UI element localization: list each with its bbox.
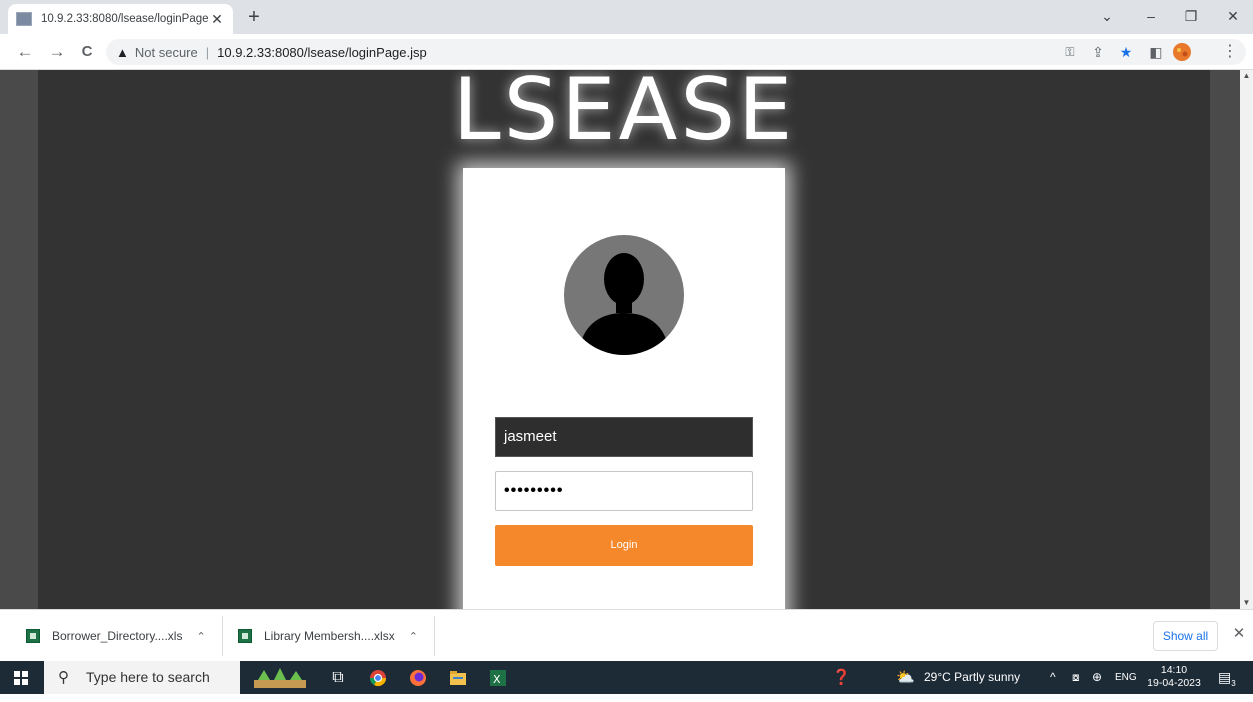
task-view-icon[interactable]: ⧉ — [318, 661, 358, 694]
network-icon[interactable]: ⊕ — [1092, 661, 1102, 694]
security-status[interactable]: Not secure — [135, 45, 198, 60]
taskbar-search-input[interactable]: ⚲ Type here to search — [44, 661, 240, 694]
windows-taskbar: ⚲ Type here to search ⧉ X ❓ ⛅ 29°C Partl… — [0, 661, 1253, 694]
language-indicator[interactable]: ENG — [1115, 661, 1137, 694]
page-viewport: LSEASE jasmeet ••••••••• Login ▲ ▼ — [0, 70, 1253, 609]
firefox-app-icon[interactable] — [398, 661, 438, 694]
excel-file-icon — [26, 629, 40, 643]
url-text[interactable]: 10.9.2.33:8080/lsease/loginPage.jsp — [217, 45, 427, 60]
side-panel-icon[interactable]: ◧ — [1146, 42, 1166, 62]
tray-chevron-icon[interactable]: ^ — [1050, 661, 1056, 694]
scroll-down-icon[interactable]: ▼ — [1240, 597, 1253, 609]
forward-button[interactable]: → — [44, 39, 70, 65]
login-card: jasmeet ••••••••• Login — [463, 168, 785, 609]
tab-close-icon[interactable]: ✕ — [209, 11, 225, 28]
clock[interactable]: 14:10 19-04-2023 — [1143, 664, 1205, 690]
search-placeholder: Type here to search — [86, 669, 210, 685]
download-filename: Borrower_Directory....xls — [52, 629, 183, 643]
notification-count: 3 — [1231, 678, 1236, 688]
file-explorer-icon[interactable] — [438, 661, 478, 694]
warning-icon[interactable]: ▲ — [116, 45, 129, 60]
url-separator: | — [205, 44, 210, 60]
notification-icon[interactable]: ▤3 — [1218, 661, 1236, 694]
tab-search-icon[interactable]: ⌄ — [1087, 4, 1127, 30]
minimize-button[interactable]: – — [1131, 4, 1171, 30]
share-icon[interactable]: ⇪ — [1088, 42, 1108, 62]
windows-logo-icon — [14, 671, 28, 685]
chevron-up-icon[interactable]: ⌃ — [196, 630, 205, 643]
excel-app-icon[interactable]: X — [478, 661, 518, 694]
browser-tab-strip: 10.9.2.33:8080/lsease/loginPage. ✕ + ⌄ –… — [0, 0, 1253, 34]
login-page: LSEASE jasmeet ••••••••• Login — [38, 70, 1210, 609]
password-input[interactable]: ••••••••• — [495, 471, 753, 511]
key-icon[interactable]: ⚿ — [1060, 42, 1080, 62]
close-window-button[interactable]: ✕ — [1213, 4, 1253, 30]
news-widget-icon[interactable] — [248, 661, 312, 694]
back-button[interactable]: ← — [12, 39, 38, 65]
weather-icon[interactable]: ⛅ — [896, 661, 915, 694]
profile-avatar-icon[interactable] — [1172, 42, 1192, 62]
clock-date: 19-04-2023 — [1147, 677, 1201, 689]
start-button[interactable] — [0, 661, 44, 694]
show-all-button[interactable]: Show all — [1153, 621, 1218, 651]
download-divider — [222, 616, 223, 656]
restore-button[interactable]: ❐ — [1171, 4, 1211, 30]
login-button[interactable]: Login — [495, 525, 753, 566]
download-divider — [434, 616, 435, 656]
clock-time: 14:10 — [1160, 664, 1188, 676]
username-input[interactable]: jasmeet — [495, 417, 753, 457]
download-item[interactable]: Library Membersh....xlsx ⌃ — [238, 618, 418, 654]
svg-text:X: X — [493, 673, 501, 686]
search-icon: ⚲ — [58, 669, 69, 686]
download-filename: Library Membersh....xlsx — [264, 629, 395, 643]
weather-text[interactable]: 29°C Partly sunny — [924, 661, 1020, 694]
user-avatar-icon — [564, 235, 684, 355]
browser-tab[interactable]: 10.9.2.33:8080/lsease/loginPage. ✕ — [8, 4, 233, 34]
menu-kebab-icon[interactable]: ⋮ — [1220, 42, 1240, 62]
reload-button[interactable]: C — [74, 39, 100, 65]
close-downloads-icon[interactable]: ✕ — [1229, 624, 1249, 648]
chevron-up-icon[interactable]: ⌃ — [409, 630, 418, 643]
meet-now-icon[interactable]: ⧇ — [1072, 661, 1080, 694]
help-icon[interactable]: ❓ — [832, 661, 851, 694]
vertical-scrollbar[interactable]: ▲ ▼ — [1240, 70, 1253, 609]
new-tab-button[interactable]: + — [240, 5, 268, 31]
chrome-app-icon[interactable] — [358, 661, 398, 694]
download-item[interactable]: Borrower_Directory....xls ⌃ — [26, 618, 206, 654]
bookmark-star-icon[interactable]: ★ — [1116, 42, 1136, 62]
excel-file-icon — [238, 629, 252, 643]
downloads-bar: Borrower_Directory....xls ⌃ Library Memb… — [0, 609, 1253, 661]
app-logo: LSEASE — [452, 70, 796, 160]
page-favicon-icon — [16, 12, 32, 26]
browser-toolbar: ← → C ▲ Not secure | 10.9.2.33:8080/lsea… — [0, 34, 1253, 70]
scroll-up-icon[interactable]: ▲ — [1240, 70, 1253, 82]
tab-title: 10.9.2.33:8080/lsease/loginPage. — [41, 13, 209, 25]
